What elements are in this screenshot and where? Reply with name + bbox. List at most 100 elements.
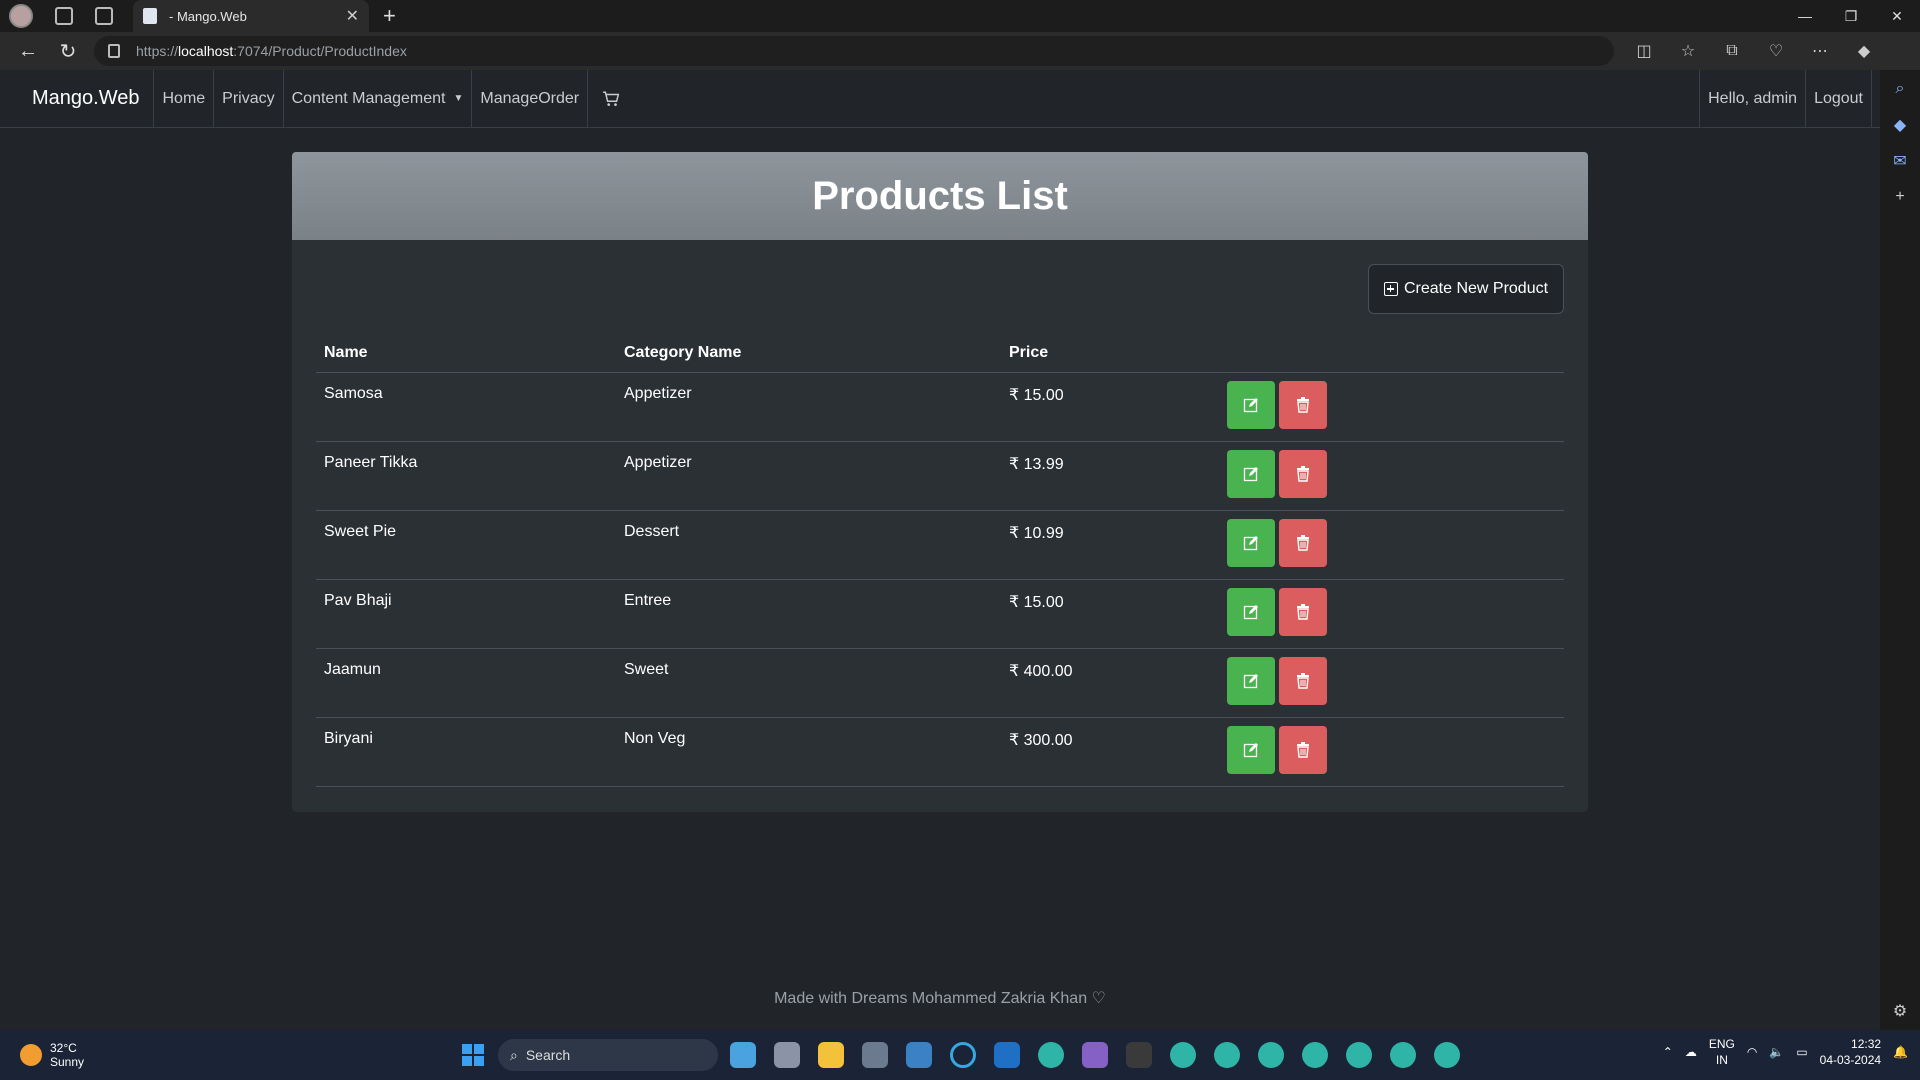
column-header-name: Name [316,332,616,373]
edit-button[interactable] [1227,381,1275,429]
workspaces-icon[interactable] [55,7,73,25]
nav-content-management[interactable]: Content Management ▼ [282,69,472,128]
edge-app-icon[interactable] [1258,1042,1284,1068]
outlook-app-icon[interactable] [994,1042,1020,1068]
product-price: ₹ 15.00 [1001,579,1219,649]
browser-tab-active[interactable]: - Mango.Web ✕ [133,0,369,32]
nav-manage-order[interactable]: ManageOrder [471,69,587,128]
lock-icon[interactable] [108,44,120,58]
settings-gear-icon[interactable]: ⚙ [1891,1002,1909,1020]
more-icon[interactable]: ⋯ [1798,36,1842,66]
nav-home[interactable]: Home [153,69,213,128]
delete-button[interactable] [1279,519,1327,567]
edge-app-icon[interactable] [1346,1042,1372,1068]
tab-actions-icon[interactable] [95,7,113,25]
edit-button[interactable] [1227,657,1275,705]
visual-studio-app-icon[interactable] [1082,1042,1108,1068]
chevron-up-icon[interactable]: ⌃ [1663,1045,1673,1059]
edge-app-icon[interactable] [1214,1042,1240,1068]
volume-icon[interactable]: 🔈 [1769,1045,1784,1059]
delete-button[interactable] [1279,450,1327,498]
wifi-icon[interactable]: ◠ [1747,1045,1757,1059]
performance-icon[interactable]: ♡ [1754,36,1798,66]
weather-condition: Sunny [50,1055,85,1069]
create-new-product-button[interactable]: Create New Product [1368,264,1564,314]
add-icon[interactable]: + [1891,188,1909,206]
copilot-sidebar-icon[interactable]: ◆ [1891,116,1909,134]
close-window-icon[interactable]: ✕ [1874,0,1920,32]
settings-app-icon[interactable] [862,1042,888,1068]
clock-date: 04-03-2024 [1819,1053,1882,1067]
edge-app-icon[interactable] [1038,1042,1064,1068]
table-row: Sweet Pie Dessert ₹ 10.99 [316,510,1564,580]
edit-icon [1243,674,1258,689]
task-view-app-icon[interactable] [774,1042,800,1068]
cortana-app-icon[interactable] [950,1042,976,1068]
collections-icon[interactable]: ⧉ [1710,36,1754,66]
clock[interactable]: 12:32 04-03-2024 [1820,1036,1881,1068]
back-icon[interactable]: ← [16,39,40,63]
split-screen-icon[interactable]: ◫ [1622,36,1666,66]
brand-link[interactable]: Mango.Web [32,87,139,110]
column-header-price: Price [1001,332,1219,373]
widgets-app-icon[interactable] [730,1042,756,1068]
row-actions [1219,372,1564,442]
edit-button[interactable] [1227,519,1275,567]
nav-cart[interactable] [587,69,634,128]
page-favicon-icon [143,8,157,24]
product-price: ₹ 300.00 [1001,717,1219,787]
profile-avatar[interactable] [9,4,33,28]
trash-icon [1297,466,1309,482]
edge-app-icon[interactable] [1434,1042,1460,1068]
minimize-icon[interactable]: — [1782,0,1828,32]
card-header: Products List [292,152,1588,240]
language-indicator[interactable]: ENG IN [1709,1036,1735,1068]
store-app-icon[interactable] [906,1042,932,1068]
favorites-icon[interactable]: ☆ [1666,36,1710,66]
search-icon[interactable]: ⌕ [1891,80,1909,98]
edge-app-icon[interactable] [1390,1042,1416,1068]
file-explorer-app-icon[interactable] [818,1042,844,1068]
table-header-row: Name Category Name Price [316,332,1564,373]
taskbar-search[interactable]: ⌕ Search [498,1039,718,1071]
battery-icon[interactable]: ▭ [1796,1045,1807,1059]
delete-button[interactable] [1279,381,1327,429]
sun-icon [20,1044,42,1066]
new-tab-icon[interactable]: + [383,3,396,29]
delete-button[interactable] [1279,726,1327,774]
onedrive-icon[interactable]: ☁ [1685,1045,1697,1059]
edge-app-icon[interactable] [1302,1042,1328,1068]
weather-widget[interactable]: 32°C Sunny [20,1041,84,1069]
delete-button[interactable] [1279,657,1327,705]
restore-icon[interactable]: ❐ [1828,0,1874,32]
language-top: ENG [1708,1037,1735,1051]
product-price: ₹ 400.00 [1001,648,1219,718]
product-category: Entree [616,579,1001,649]
close-tab-icon[interactable]: ✕ [346,6,359,26]
copilot-icon[interactable]: ◆ [1842,36,1886,66]
notification-bell-icon[interactable]: 🔔 [1893,1045,1908,1059]
edit-button[interactable] [1227,588,1275,636]
row-actions [1219,579,1564,649]
nav-greeting[interactable]: Hello, admin [1699,70,1805,128]
edge-sidebar: ⌕ ◆ ✉ + ⚙ [1880,70,1920,1030]
nav-privacy[interactable]: Privacy [213,69,282,128]
url-field[interactable]: https://localhost:7074/Product/ProductIn… [94,36,1614,66]
trash-icon [1297,397,1309,413]
edge-app-icon[interactable] [1170,1042,1196,1068]
start-button-icon[interactable] [462,1044,484,1066]
nav-right-group: Hello, admin Logout [1699,70,1872,128]
delete-button[interactable] [1279,588,1327,636]
edit-icon [1243,467,1258,482]
page-footer: Made with Dreams Mohammed Zakria Khan ♡ [774,990,1106,1007]
edit-button[interactable] [1227,450,1275,498]
refresh-icon[interactable]: ↻ [56,39,80,63]
clock-time: 12:32 [1851,1037,1882,1051]
edit-button[interactable] [1227,726,1275,774]
terminal-app-icon[interactable] [1126,1042,1152,1068]
web-page: Mango.Web Home Privacy Content Managemen… [0,69,1880,1030]
nav-logout[interactable]: Logout [1805,70,1872,128]
create-button-label: Create New Product [1403,280,1549,297]
edit-icon [1243,398,1258,413]
outlook-icon[interactable]: ✉ [1891,152,1909,170]
